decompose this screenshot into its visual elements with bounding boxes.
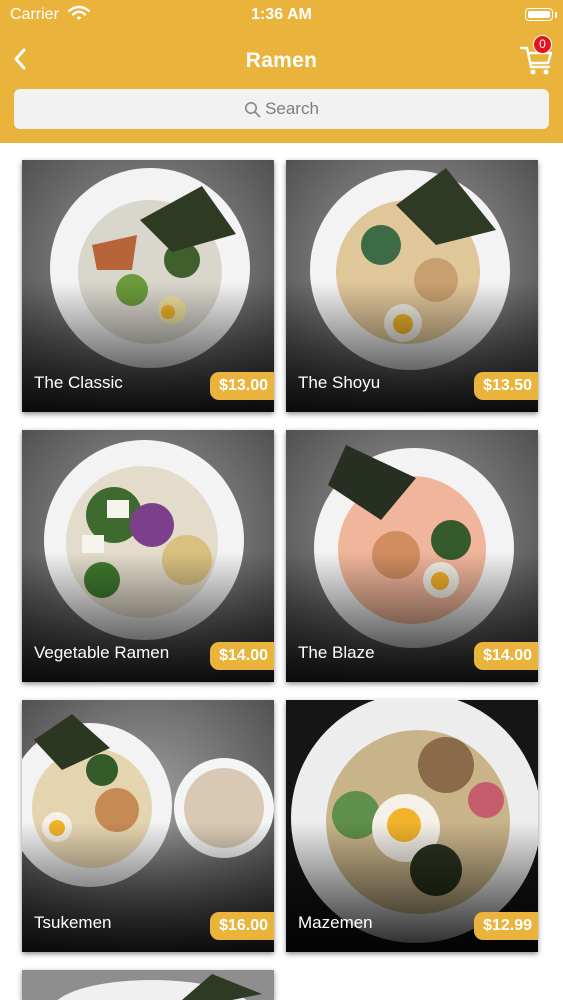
status-time: 1:36 AM xyxy=(251,6,312,23)
status-bar: Carrier 1:36 AM xyxy=(0,0,563,30)
product-price: $16.00 xyxy=(210,912,274,940)
product-name: The Blaze xyxy=(298,643,375,662)
product-name: Vegetable Ramen xyxy=(34,643,170,662)
search-icon xyxy=(245,101,261,117)
search-input[interactable]: Search xyxy=(14,89,549,129)
product-price: $13.50 xyxy=(474,372,538,400)
product-name: Tsukemen xyxy=(34,913,112,932)
product-price: $12.99 xyxy=(474,912,538,940)
ramen-bowl-image xyxy=(22,970,274,1000)
product-card-vegetable-ramen[interactable]: Vegetable Ramen $14.00 xyxy=(22,430,274,682)
product-card-the-shoyu[interactable]: The Shoyu $13.50 xyxy=(286,160,538,412)
product-name: Mazemen xyxy=(298,913,373,932)
cart-count-badge: 0 xyxy=(533,35,552,54)
product-price: $13.00 xyxy=(210,372,274,400)
battery-cap xyxy=(555,12,557,18)
search-placeholder: Search xyxy=(265,99,319,118)
page-title: Ramen xyxy=(245,49,318,72)
product-price: $14.00 xyxy=(474,642,538,670)
product-name: The Shoyu xyxy=(298,373,381,392)
product-card-tsukemen[interactable]: Tsukemen $16.00 xyxy=(22,700,274,952)
product-card-the-classic[interactable]: The Classic $13.00 xyxy=(22,160,274,412)
product-name: The Classic xyxy=(34,373,123,392)
product-grid: The Classic $13.00 The Shoyu $13.50 Vege… xyxy=(0,143,563,1000)
header: Carrier 1:36 AM Ramen 0 Search xyxy=(0,0,563,143)
product-card-partial[interactable] xyxy=(22,970,274,1000)
product-card-mazemen[interactable]: Mazemen $12.99 xyxy=(286,700,538,952)
battery-icon xyxy=(525,8,553,21)
product-card-the-blaze[interactable]: The Blaze $14.00 xyxy=(286,430,538,682)
product-price: $14.00 xyxy=(210,642,274,670)
